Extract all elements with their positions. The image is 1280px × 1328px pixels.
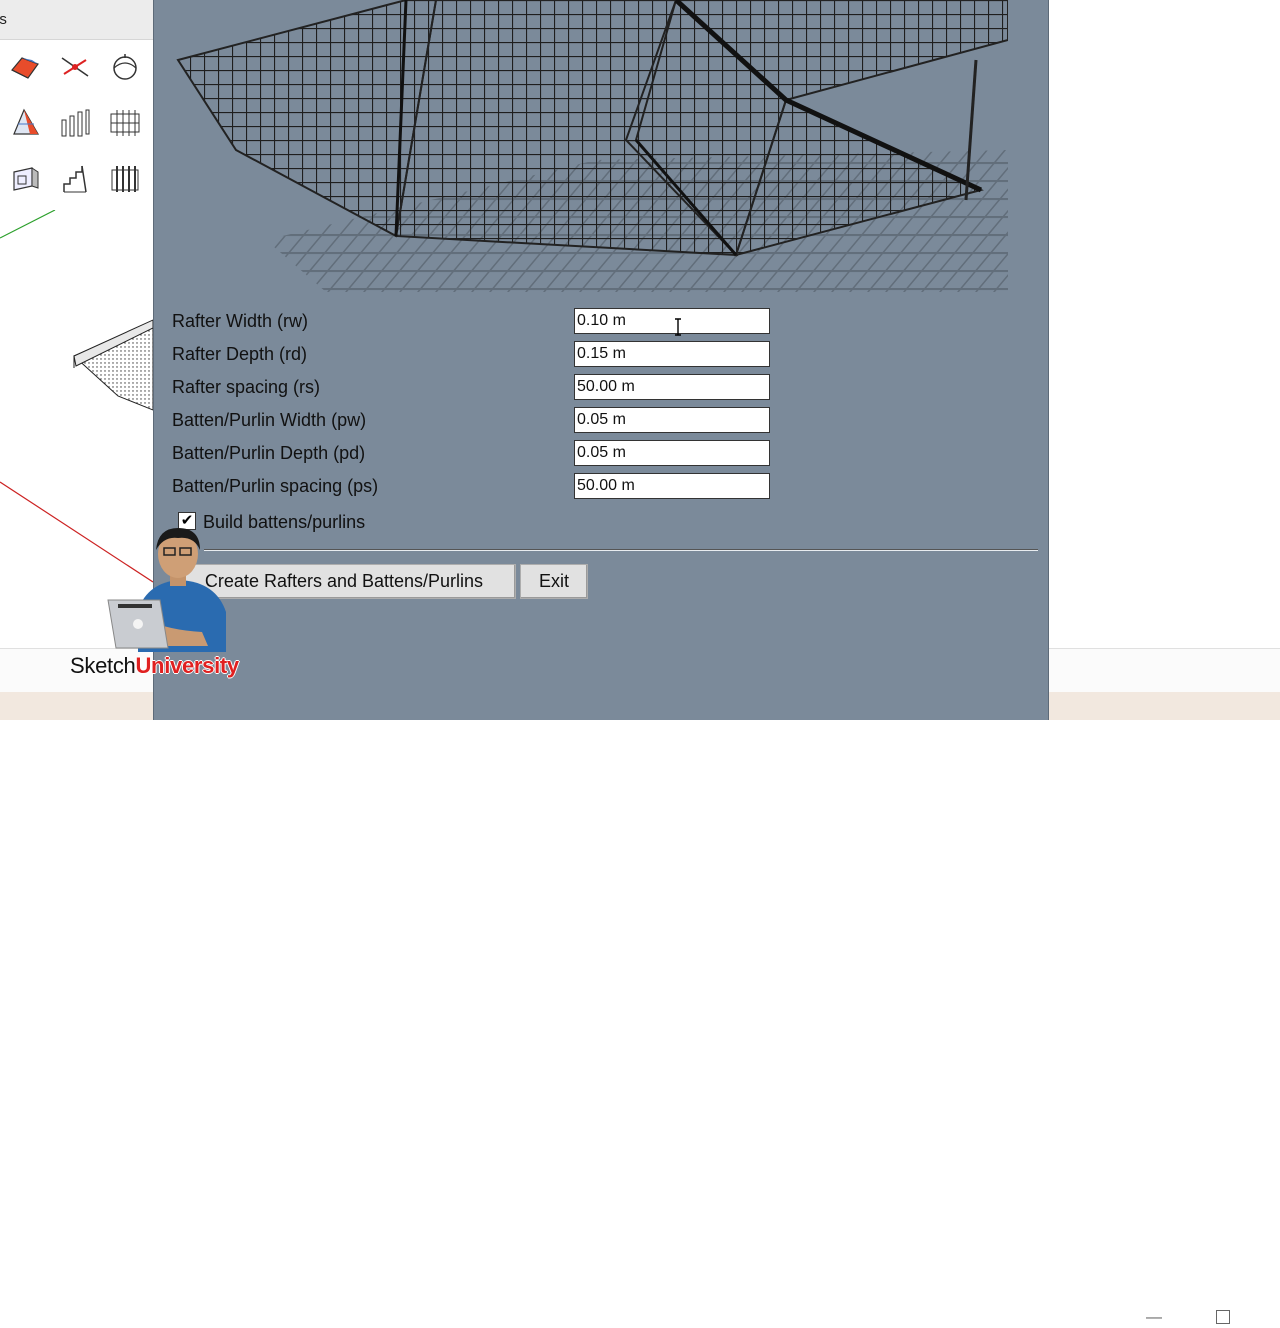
truss-tool-icon[interactable] [108,106,142,140]
rafter-depth-label: Rafter Depth (rd) [172,344,308,364]
roof-preview-image [176,0,1008,292]
dome-tool-icon[interactable] [108,50,142,84]
rafter-spacing-input[interactable] [574,374,770,400]
palette-title: ls [0,0,153,40]
rafter-width-label: Rafter Width (rw) [172,311,309,331]
rafter-width-input[interactable] [574,308,770,334]
roof-tool-icon[interactable] [8,50,42,84]
columns-tool-icon[interactable] [58,106,92,140]
batten-width-input[interactable] [574,407,770,433]
brand-part-sketch: Sketch [70,653,136,678]
batten-depth-label: Batten/Purlin Depth (pd) [172,443,366,463]
stair-tool-icon[interactable] [58,162,92,196]
sail-roof-tool-icon[interactable] [8,106,42,140]
presenter-webcam-image [98,520,230,652]
roof-model-partial [73,319,153,411]
background-area [1050,0,1280,648]
batten-depth-input[interactable] [574,440,770,466]
sketchuniversity-logo: SketchUniversity [70,652,239,680]
batten-spacing-label: Batten/Purlin spacing (ps) [172,476,379,496]
rafter-depth-input[interactable] [574,341,770,367]
batten-width-label: Batten/Purlin Width (pw) [172,410,367,430]
fence-tool-icon[interactable] [108,162,142,196]
rafter-spacing-label: Rafter spacing (rs) [172,377,321,397]
separator [204,549,1038,551]
batten-spacing-input[interactable] [574,473,770,499]
rafter-line-tool-icon[interactable] [58,50,92,84]
brand-part-university: University [135,653,239,678]
green-axis [0,210,56,239]
tool-palette-window: ls [0,0,153,211]
minimize-button[interactable]: — [1146,1308,1162,1328]
rafters-battens-dialog: Rafter Width (rw) Rafter Depth (rd) Raft… [153,0,1049,720]
wall-panel-tool-icon[interactable] [8,162,42,196]
maximize-button[interactable] [1216,1310,1230,1324]
text-cursor-icon [675,318,681,336]
exit-button[interactable]: Exit [520,564,588,599]
